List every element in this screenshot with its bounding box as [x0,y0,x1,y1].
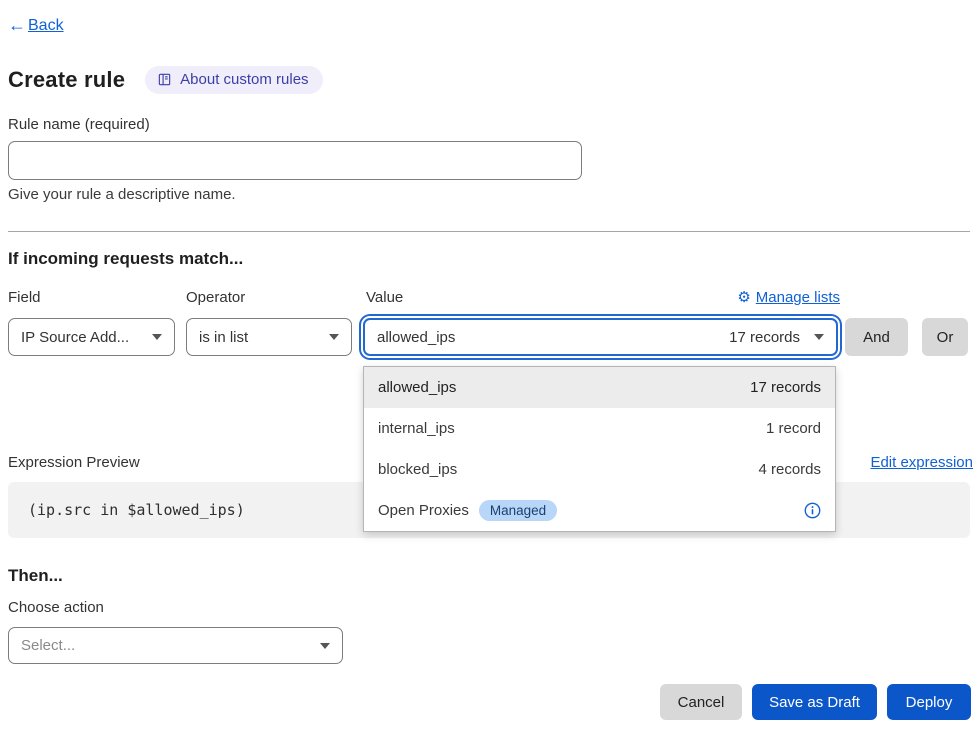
then-section-heading: Then... [8,566,63,586]
rule-name-help-text: Give your rule a descriptive name. [8,186,236,203]
about-badge-label: About custom rules [180,71,308,88]
manage-lists-label: Manage lists [756,289,840,306]
list-name: internal_ips [378,420,455,437]
edit-expression-link[interactable]: Edit expression [870,454,973,471]
chevron-down-icon [329,334,339,340]
section-divider [8,231,970,232]
managed-badge: Managed [479,500,557,521]
cancel-button[interactable]: Cancel [660,684,742,720]
chevron-down-icon [320,643,330,649]
save-as-draft-button[interactable]: Save as Draft [752,684,877,720]
chevron-down-icon [152,334,162,340]
back-label: Back [28,17,64,35]
field-select-value: IP Source Add... [21,329,129,346]
match-section-heading: If incoming requests match... [8,249,243,269]
back-link[interactable]: ←Back [8,15,64,36]
field-select[interactable]: IP Source Add... [8,318,175,356]
value-label: Value [366,289,403,306]
expression-code: (ip.src in $allowed_ips) [28,501,245,519]
list-record-count: 17 records [750,379,821,396]
dropdown-item-blocked-ips[interactable]: blocked_ips 4 records [364,449,835,490]
list-record-count: 1 record [766,420,821,437]
value-dropdown-menu: allowed_ips 17 records internal_ips 1 re… [363,366,836,532]
gear-icon: ⚙ [737,290,750,305]
list-name: blocked_ips [378,461,457,478]
operator-select-value: is in list [199,329,248,346]
field-label: Field [8,289,41,306]
dropdown-item-internal-ips[interactable]: internal_ips 1 record [364,408,835,449]
title-row: Create rule About custom rules [8,66,323,94]
book-icon [157,72,172,87]
about-custom-rules-link[interactable]: About custom rules [145,66,322,94]
value-select[interactable]: allowed_ips 17 records [363,318,838,356]
info-icon[interactable] [804,502,821,519]
or-button[interactable]: Or [922,318,968,356]
operator-label: Operator [186,289,245,306]
list-name: allowed_ips [378,379,456,396]
value-select-record-count: 17 records [729,329,800,346]
back-arrow-icon: ← [8,15,26,36]
dropdown-item-open-proxies[interactable]: Open Proxies Managed [364,490,835,531]
deploy-button[interactable]: Deploy [887,684,971,720]
manage-lists-link[interactable]: ⚙ Manage lists [730,289,840,306]
and-button[interactable]: And [845,318,908,356]
dropdown-item-allowed-ips[interactable]: allowed_ips 17 records [364,367,835,408]
page-title: Create rule [8,67,125,93]
action-select[interactable]: Select... [8,627,343,664]
action-select-placeholder: Select... [21,637,75,654]
list-name: Open Proxies [378,502,469,519]
chevron-down-icon [814,334,824,340]
expression-preview-label: Expression Preview [8,454,140,471]
operator-select[interactable]: is in list [186,318,352,356]
create-rule-page: ←Back Create rule About custom rules Rul… [0,0,979,739]
rule-name-input[interactable] [8,141,582,180]
value-select-value: allowed_ips [377,329,455,346]
choose-action-label: Choose action [8,599,104,616]
rule-name-label: Rule name (required) [8,116,150,133]
list-record-count: 4 records [758,461,821,478]
